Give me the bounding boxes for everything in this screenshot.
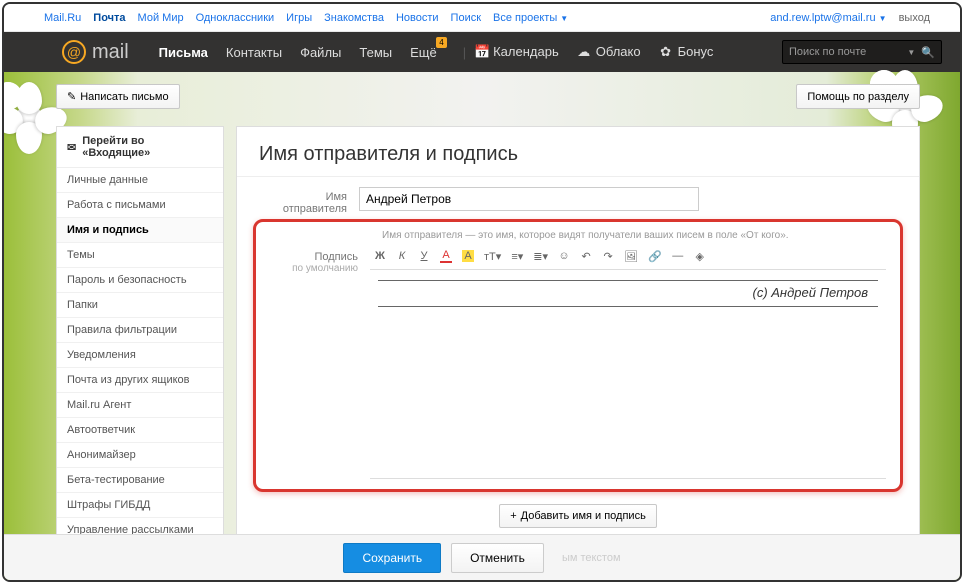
compose-icon: ✎ <box>67 90 76 103</box>
topbar-link[interactable]: Все проекты ▼ <box>493 12 568 24</box>
sidebar-item[interactable]: Уведомления <box>57 343 223 368</box>
sidebar-item[interactable]: Темы <box>57 243 223 268</box>
faded-text: ым текстом <box>562 552 621 564</box>
sender-name-hint: Имя отправителя — это имя, которое видят… <box>264 228 892 241</box>
sidebar-item[interactable]: Mail.ru Агент <box>57 393 223 418</box>
compose-button[interactable]: ✎Написать письмо <box>56 84 180 109</box>
mail-logo[interactable]: @ mail <box>62 40 129 64</box>
sidebar-item[interactable]: Бета-тестирование <box>57 468 223 493</box>
envelope-icon: ✉ <box>67 141 76 154</box>
search-icon[interactable]: 🔍 <box>921 46 935 59</box>
topbar-link[interactable]: Мой Мир <box>138 12 184 24</box>
signature-editor[interactable]: (с) Андрей Петров <box>370 269 886 479</box>
signature-text: (с) Андрей Петров <box>378 281 878 307</box>
sender-name-input[interactable] <box>359 187 699 211</box>
footer-bar: Сохранить Отменить ым текстом <box>4 534 960 580</box>
topbar-link[interactable]: Поиск <box>451 12 481 24</box>
gear-icon: ✿ <box>659 44 673 60</box>
nav-more[interactable]: Ещё4 <box>410 45 437 60</box>
nav-contacts[interactable]: Контакты <box>226 45 282 60</box>
sidebar-item[interactable]: Пароль и безопасность <box>57 268 223 293</box>
redo-button[interactable]: ↷ <box>602 250 614 263</box>
page-title: Имя отправителя и подпись <box>237 127 919 177</box>
nav-letters[interactable]: Письма <box>159 45 208 60</box>
nav-files[interactable]: Файлы <box>300 45 341 60</box>
topbar-link[interactable]: Почта <box>93 12 125 24</box>
sidebar-item-signature[interactable]: Имя и подпись <box>57 218 223 243</box>
undo-button[interactable]: ↶ <box>580 250 592 263</box>
align-button[interactable]: ≡▾ <box>511 250 523 263</box>
topbar-link[interactable]: Знакомства <box>324 12 384 24</box>
nav-cloud[interactable]: ☁Облако <box>577 44 641 60</box>
sidebar-item[interactable]: Почта из других ящиков <box>57 368 223 393</box>
topbar-link[interactable]: Игры <box>286 12 312 24</box>
sidebar-inbox-link[interactable]: ✉Перейти во «Входящие» <box>57 127 223 168</box>
plus-icon: + <box>510 510 516 522</box>
logout-link[interactable]: выход <box>899 12 930 24</box>
chevron-down-icon: ▼ <box>560 14 568 23</box>
signature-label: Подписьпо умолчанию <box>270 247 370 274</box>
search-input[interactable]: Поиск по почте ▼ 🔍 <box>782 40 942 64</box>
sidebar-item[interactable]: Папки <box>57 293 223 318</box>
cloud-icon: ☁ <box>577 44 591 60</box>
save-button[interactable]: Сохранить <box>343 543 441 573</box>
highlight-box: Имя отправителя — это имя, которое видят… <box>253 219 903 492</box>
user-email[interactable]: and.rew.lptw@mail.ru ▼ <box>770 12 886 24</box>
chevron-down-icon[interactable]: ▼ <box>907 48 915 57</box>
editor-toolbar: Ж К У A A тТ▾ ≡▾ ≣▾ ☺ ↶ ↷ 🖼 🔗 <box>370 247 886 269</box>
sidebar-item[interactable]: Личные данные <box>57 168 223 193</box>
bold-button[interactable]: Ж <box>374 250 386 262</box>
cancel-button[interactable]: Отменить <box>451 543 544 573</box>
at-icon: @ <box>62 40 86 64</box>
list-button[interactable]: ≣▾ <box>533 250 548 263</box>
logo-text: mail <box>92 41 129 64</box>
sidebar-item[interactable]: Штрафы ГИБДД <box>57 493 223 518</box>
clear-button[interactable]: ◈ <box>694 250 706 263</box>
sender-name-label: Имя отправителя <box>259 187 359 215</box>
text-color-button[interactable]: A <box>440 249 452 263</box>
add-signature-button[interactable]: + Добавить имя и подпись <box>499 504 657 528</box>
topbar-link[interactable]: Новости <box>396 12 439 24</box>
nav-calendar[interactable]: 📅Календарь <box>474 44 559 60</box>
sidebar-item[interactable]: Анонимайзер <box>57 443 223 468</box>
sidebar-item[interactable]: Правила фильтрации <box>57 318 223 343</box>
underline-button[interactable]: У <box>418 250 430 262</box>
topbar-link[interactable]: Mail.Ru <box>44 12 81 24</box>
search-placeholder: Поиск по почте <box>789 46 907 58</box>
calendar-icon: 📅 <box>474 44 488 60</box>
main-navbar: @ mail Письма Контакты Файлы Темы Ещё4 |… <box>4 32 960 72</box>
help-button[interactable]: Помощь по разделу <box>796 84 920 109</box>
image-button[interactable]: 🖼 <box>624 250 638 263</box>
sidebar-item[interactable]: Автоответчик <box>57 418 223 443</box>
sidebar-item[interactable]: Работа с письмами <box>57 193 223 218</box>
link-button[interactable]: 🔗 <box>648 250 662 263</box>
badge: 4 <box>436 37 446 48</box>
italic-button[interactable]: К <box>396 250 408 262</box>
font-size-button[interactable]: тТ▾ <box>484 250 501 263</box>
bg-color-button[interactable]: A <box>462 250 474 262</box>
nav-bonus[interactable]: ✿Бонус <box>659 44 714 60</box>
emoji-button[interactable]: ☺ <box>558 250 570 262</box>
main-panel: Имя отправителя и подпись Имя отправител… <box>236 126 920 580</box>
chevron-down-icon: ▼ <box>879 14 887 23</box>
nav-themes[interactable]: Темы <box>359 45 392 60</box>
hr-button[interactable]: — <box>672 250 684 262</box>
topbar-link[interactable]: Одноклассники <box>196 12 275 24</box>
portal-topbar: Mail.Ru Почта Мой Мир Одноклассники Игры… <box>4 4 960 32</box>
settings-sidebar: ✉Перейти во «Входящие» Личные данные Раб… <box>56 126 224 580</box>
